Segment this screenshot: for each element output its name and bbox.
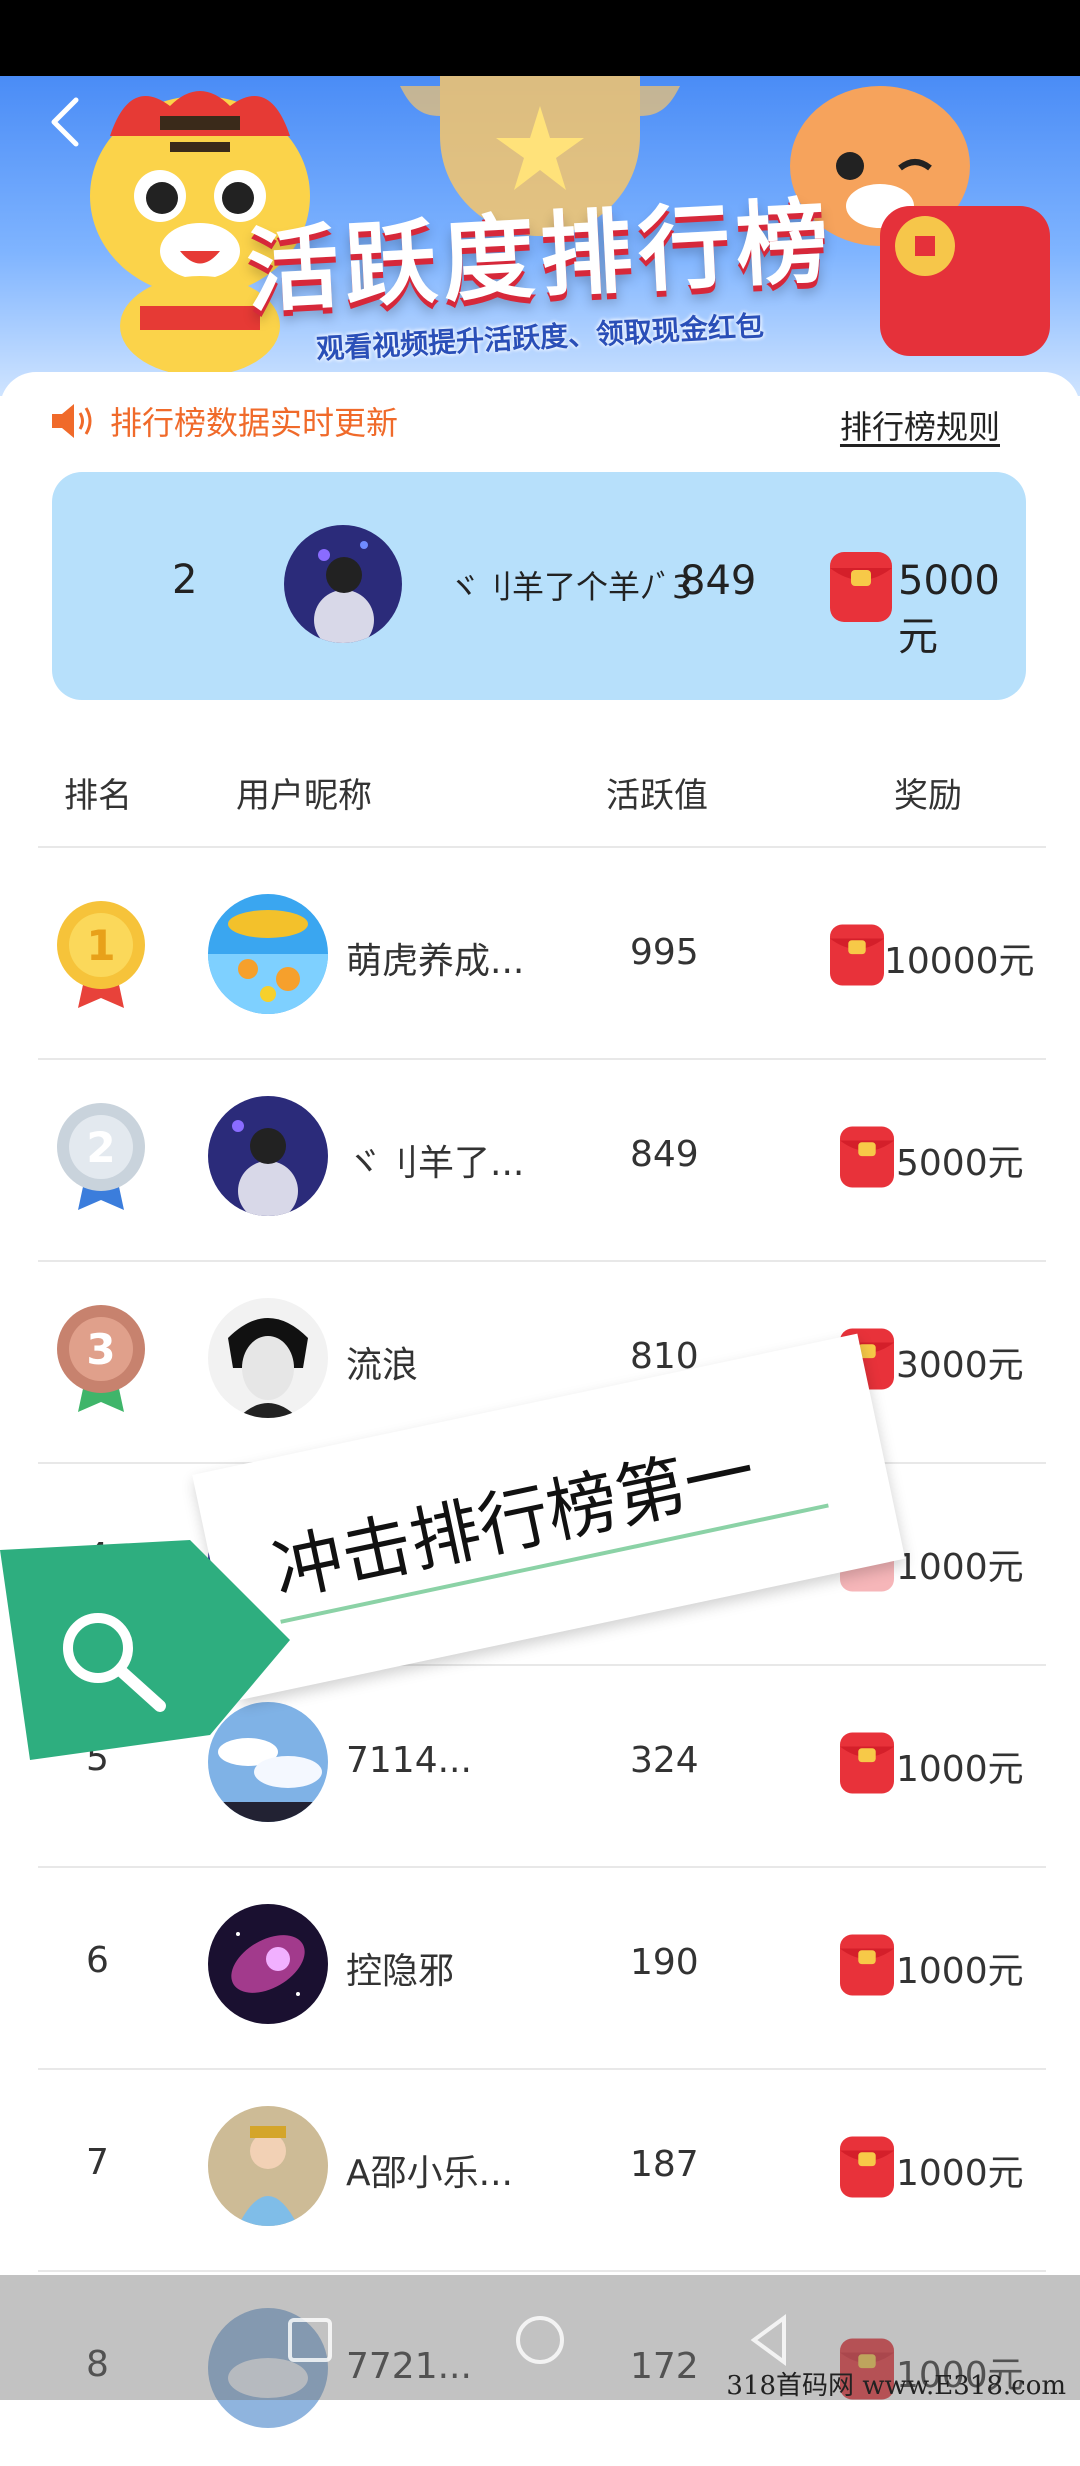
search-tag-icon: [0, 1540, 290, 1760]
svg-text:2: 2: [86, 1123, 115, 1172]
reward: 1000元: [896, 1749, 1024, 1790]
my-nickname: ヾ刂羊了个羊ﾉﾞ3: [448, 568, 693, 606]
score: 187: [630, 2144, 699, 2185]
reward: 3000元: [896, 1345, 1024, 1386]
back-triangle-icon[interactable]: [740, 2310, 800, 2370]
reward: 1000元: [896, 1951, 1024, 1992]
score: 190: [630, 1942, 699, 1983]
red-envelope-icon: [840, 1934, 894, 1996]
watermark: 318首码网 www.E318.com: [726, 2371, 1066, 2401]
reward: 1000元: [896, 1547, 1024, 1588]
table-row[interactable]: 7 A邵小乐... 187 1000元: [0, 2064, 1080, 2264]
red-envelope-icon: [840, 1732, 894, 1794]
avatar: [208, 2106, 328, 2226]
back-chevron-icon[interactable]: [40, 92, 88, 152]
silver-medal-icon: 2: [57, 1103, 145, 1210]
recent-apps-icon[interactable]: [280, 2310, 340, 2370]
header-score: 活跃值: [606, 776, 708, 816]
reward: 10000元: [884, 941, 1035, 982]
notice-bar: 排行榜数据实时更新: [50, 395, 398, 447]
home-icon[interactable]: [510, 2310, 570, 2370]
gold-medal-icon: 1: [57, 901, 145, 1008]
my-reward: 5000元: [898, 558, 1000, 660]
table-row[interactable]: 1 萌虎养成... 995 10000元: [0, 852, 1080, 1052]
avatar: [208, 1096, 328, 1216]
nickname: 流浪: [346, 1345, 419, 1386]
notice-text: 排行榜数据实时更新: [110, 404, 399, 442]
avatar: [208, 1904, 328, 2024]
divider: [38, 846, 1046, 848]
table-row[interactable]: 2 ヾ刂羊了... 849 5000元: [0, 1054, 1080, 1254]
nickname: A邵小乐...: [346, 2153, 513, 2194]
header-reward: 奖励: [894, 776, 962, 816]
reward: 1000元: [896, 2153, 1024, 2194]
nickname: 控隐邪: [346, 1951, 455, 1992]
my-rank-card: 2 ヾ刂羊了个羊ﾉﾞ3 849 5000元: [52, 472, 1026, 700]
score: 849: [630, 1134, 699, 1175]
svg-text:3: 3: [86, 1325, 115, 1374]
table-header: 排名 用户昵称 活跃值 奖励: [0, 768, 1080, 816]
nickname: ヾ刂羊了...: [346, 1143, 525, 1184]
red-envelope-icon: [830, 924, 884, 986]
score: 324: [630, 1740, 699, 1781]
rank-number: 7: [86, 2142, 109, 2183]
my-avatar: [284, 525, 402, 643]
leaderboard-rules-link[interactable]: 排行榜规则: [840, 402, 1000, 448]
bronze-medal-icon: 3: [57, 1305, 145, 1412]
nickname: 7114...: [346, 1740, 472, 1781]
speaker-icon: [52, 404, 92, 438]
svg-text:1: 1: [86, 921, 115, 970]
avatar: [208, 894, 328, 1014]
my-score: 849: [680, 558, 757, 604]
leaderboard-banner: 活跃度排行榜 观看视频提升活跃度、领取现金红包: [0, 76, 1080, 396]
status-bar: [0, 0, 1080, 76]
red-envelope-icon: [830, 552, 892, 622]
nickname: 萌虎养成...: [346, 941, 525, 982]
header-rank: 排名: [64, 776, 132, 816]
header-nickname: 用户昵称: [236, 776, 372, 816]
table-row[interactable]: 6 控隐邪 190 1000元: [0, 1862, 1080, 2062]
promo-overlay-text: 冲击排行榜第一: [265, 1430, 762, 1613]
score: 995: [630, 932, 699, 973]
reward: 5000元: [896, 1143, 1024, 1184]
red-envelope-icon: [840, 1126, 894, 1188]
red-envelope-icon: [840, 2136, 894, 2198]
my-rank-number: 2: [172, 557, 198, 603]
avatar: [208, 1298, 328, 1418]
rank-number: 6: [86, 1940, 109, 1981]
